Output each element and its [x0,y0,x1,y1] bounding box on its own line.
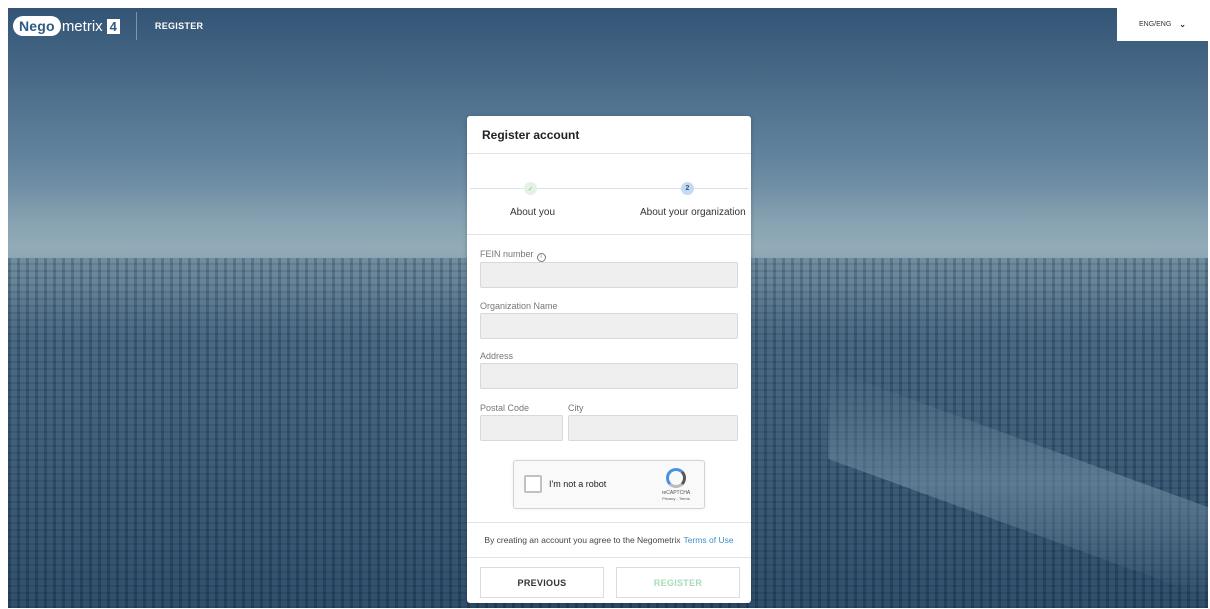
recaptcha-checkbox[interactable] [524,475,542,493]
step-2-label: About your organization [640,207,746,218]
postal-code-label: Postal Code [480,403,530,413]
card-title: Register account [467,116,751,154]
nav-register-link[interactable]: REGISTER [155,21,203,31]
city-input[interactable] [568,415,738,441]
address-input[interactable] [480,363,738,389]
step-2-marker: 2 [681,182,694,195]
fein-label-text: FEIN number [480,249,534,259]
recaptcha-widget: I'm not a robot reCAPTCHA Privacy - Term… [513,460,705,509]
previous-button[interactable]: PREVIOUS [480,567,604,598]
recaptcha-icon [666,468,686,488]
info-icon[interactable]: i [536,253,546,262]
logo-version: 4 [106,18,120,34]
logo-nego: Nego [13,16,61,36]
city-label: City [568,403,584,413]
logo-metrix: metrix [61,17,103,35]
recaptcha-label: I'm not a robot [549,479,607,489]
top-bar: Nego metrix 4 REGISTER ENG/ENG ⌄ [8,8,1208,44]
organization-name-label: Organization Name [480,301,558,311]
step-1-label[interactable]: About you [510,207,555,218]
topbar-divider [135,12,137,40]
recaptcha-brand: reCAPTCHA Privacy - Terms [656,468,696,501]
register-card: Register account ✓ 2 About you About you… [467,116,751,603]
fein-input[interactable] [480,262,738,288]
organization-name-input[interactable] [480,313,738,339]
language-selector[interactable]: ENG/ENG ⌄ [1117,8,1208,41]
chevron-down-icon: ⌄ [1179,20,1186,29]
postal-code-input[interactable] [480,415,563,441]
address-label: Address [480,351,514,361]
terms-text: By creating an account you agree to the … [484,535,681,545]
stepper-line [470,188,748,189]
fein-label: FEIN number i [480,249,546,262]
recaptcha-links[interactable]: Privacy - Terms [656,496,696,501]
register-button[interactable]: REGISTER [616,567,740,598]
terms-of-use-link[interactable]: Terms of Use [684,535,734,545]
terms-notice: By creating an account you agree to the … [467,522,751,558]
step-1-check-icon[interactable]: ✓ [524,182,537,195]
negometrix-logo[interactable]: Nego metrix 4 [13,16,120,36]
stepper: ✓ 2 About you About your organization [467,154,751,235]
language-label: ENG/ENG [1139,21,1172,28]
